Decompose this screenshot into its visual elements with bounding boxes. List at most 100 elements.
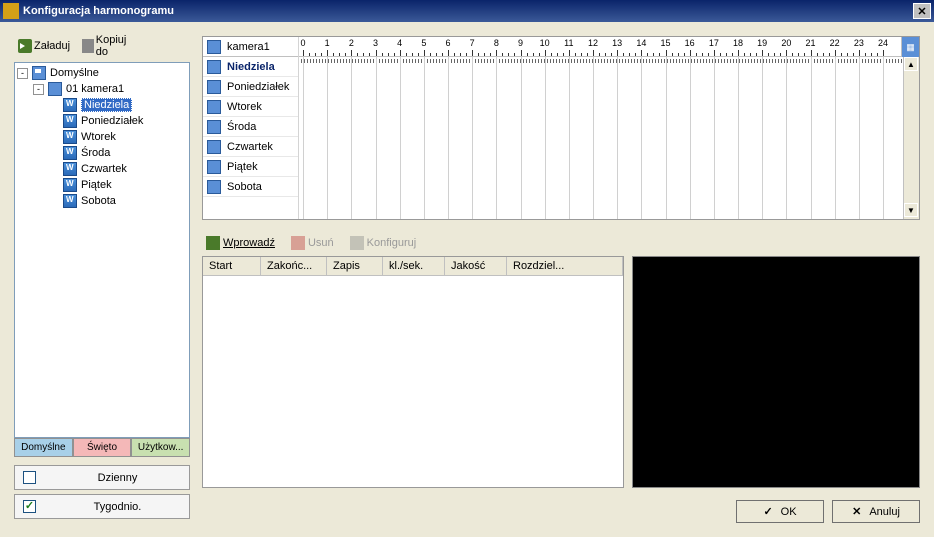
- tree-camera[interactable]: -01 kamera1: [17, 81, 187, 97]
- minor-tick: [382, 53, 383, 56]
- hour-label: 20: [781, 38, 791, 48]
- hour-tick: [376, 50, 377, 56]
- hour-tick: [545, 50, 546, 56]
- hour-tick: [666, 50, 667, 56]
- minor-tick: [877, 53, 878, 56]
- minor-tick: [315, 53, 316, 56]
- day-icon: [63, 146, 77, 160]
- day-row[interactable]: Środa: [203, 117, 298, 137]
- minor-tick: [514, 53, 515, 56]
- add-entry-button[interactable]: Wprowadź: [202, 234, 279, 252]
- hour-label: 6: [445, 38, 450, 48]
- tree-day-label: Środa: [81, 147, 110, 159]
- day-row[interactable]: Wtorek: [203, 97, 298, 117]
- expand-icon[interactable]: -: [33, 84, 44, 95]
- day-row[interactable]: Piątek: [203, 157, 298, 177]
- tree-day-item[interactable]: Poniedziałek: [17, 113, 187, 129]
- tree-day-item[interactable]: Czwartek: [17, 161, 187, 177]
- minor-tick: [684, 53, 685, 56]
- day-row[interactable]: Sobota: [203, 177, 298, 197]
- tab-user[interactable]: Użytkow...: [131, 438, 190, 456]
- minor-tick: [611, 53, 612, 56]
- column-header[interactable]: kl./sek.: [383, 257, 445, 275]
- tree-day-item[interactable]: Sobota: [17, 193, 187, 209]
- gridline: [835, 57, 836, 219]
- delete-icon: [291, 236, 305, 250]
- add-label: Wprowadź: [223, 237, 275, 249]
- expand-icon[interactable]: -: [17, 68, 28, 79]
- toolbar-extra-1[interactable]: [142, 37, 164, 55]
- weekly-mode-button[interactable]: Tygodnio.: [14, 494, 190, 519]
- column-header[interactable]: Zapis: [327, 257, 383, 275]
- column-header[interactable]: Zakońc...: [261, 257, 327, 275]
- minor-tick: [804, 53, 805, 56]
- camera-icon: [207, 40, 221, 54]
- load-button[interactable]: Załaduj: [14, 37, 74, 55]
- hour-label: 16: [685, 38, 695, 48]
- daily-mode-button[interactable]: Dzienny: [14, 465, 190, 490]
- gridline: [545, 57, 546, 219]
- vertical-scrollbar[interactable]: ▲ ▼: [903, 57, 919, 219]
- day-column-header[interactable]: kamera1: [203, 37, 298, 57]
- day-row[interactable]: Poniedziałek: [203, 77, 298, 97]
- minor-tick: [460, 53, 461, 56]
- daily-checkbox[interactable]: [23, 471, 36, 484]
- scroll-up-button[interactable]: ▲: [904, 57, 918, 71]
- calendar-icon-button[interactable]: ▦: [901, 37, 919, 57]
- hour-label: 15: [660, 38, 670, 48]
- hour-tick: [859, 50, 860, 56]
- minor-tick: [575, 53, 576, 56]
- weekly-checkbox[interactable]: [23, 500, 36, 513]
- calendar-icon: ▦: [906, 42, 915, 53]
- minor-tick: [430, 53, 431, 56]
- time-body[interactable]: [299, 57, 919, 219]
- tree-day-item[interactable]: Wtorek: [17, 129, 187, 145]
- hour-tick: [835, 50, 836, 56]
- ok-button[interactable]: ✓ OK: [736, 500, 824, 523]
- table-body[interactable]: [203, 276, 623, 487]
- hour-tick: [400, 50, 401, 56]
- day-icon: [207, 160, 221, 174]
- close-button[interactable]: ✕: [913, 3, 931, 19]
- day-icon: [207, 100, 221, 114]
- tree-day-item[interactable]: Piątek: [17, 177, 187, 193]
- minor-tick: [647, 53, 648, 56]
- camera-preview: [632, 256, 920, 488]
- configure-entry-button: Konfiguruj: [346, 234, 421, 252]
- tab-default[interactable]: Domyślne: [14, 438, 73, 456]
- hour-label: 18: [733, 38, 743, 48]
- gridline: [351, 57, 352, 219]
- copy-to-button[interactable]: Kopiuj do: [78, 32, 138, 60]
- minor-tick: [623, 53, 624, 56]
- tab-holiday[interactable]: Święto: [73, 438, 132, 456]
- column-header[interactable]: Start: [203, 257, 261, 275]
- hour-label: 19: [757, 38, 767, 48]
- day-icon: [63, 178, 77, 192]
- configure-label: Konfiguruj: [367, 237, 417, 249]
- day-icon: [63, 130, 77, 144]
- minor-tick: [442, 53, 443, 56]
- schedule-tree[interactable]: -Domyślne-01 kamera1NiedzielaPoniedziałe…: [14, 62, 190, 438]
- column-header[interactable]: Rozdziel...: [507, 257, 623, 275]
- tree-day-item[interactable]: Niedziela: [17, 97, 187, 113]
- day-row[interactable]: Niedziela: [203, 57, 298, 77]
- cancel-button[interactable]: ✕ Anuluj: [832, 500, 920, 523]
- minor-tick: [659, 53, 660, 56]
- column-header[interactable]: Jakość: [445, 257, 507, 275]
- gridline: [569, 57, 570, 219]
- minor-tick: [484, 53, 485, 56]
- minor-tick: [672, 53, 673, 56]
- day-row-label: Poniedziałek: [227, 81, 289, 93]
- minor-tick: [502, 53, 503, 56]
- day-row[interactable]: Czwartek: [203, 137, 298, 157]
- tree-root[interactable]: -Domyślne: [17, 65, 187, 81]
- hour-label: 23: [854, 38, 864, 48]
- minor-tick: [708, 53, 709, 56]
- scroll-down-button[interactable]: ▼: [904, 203, 918, 217]
- toolbar-extra-2[interactable]: [168, 37, 190, 55]
- hour-label: 4: [397, 38, 402, 48]
- tree-day-item[interactable]: Środa: [17, 145, 187, 161]
- gridline: [883, 57, 884, 219]
- minor-tick: [841, 53, 842, 56]
- minor-tick: [629, 53, 630, 56]
